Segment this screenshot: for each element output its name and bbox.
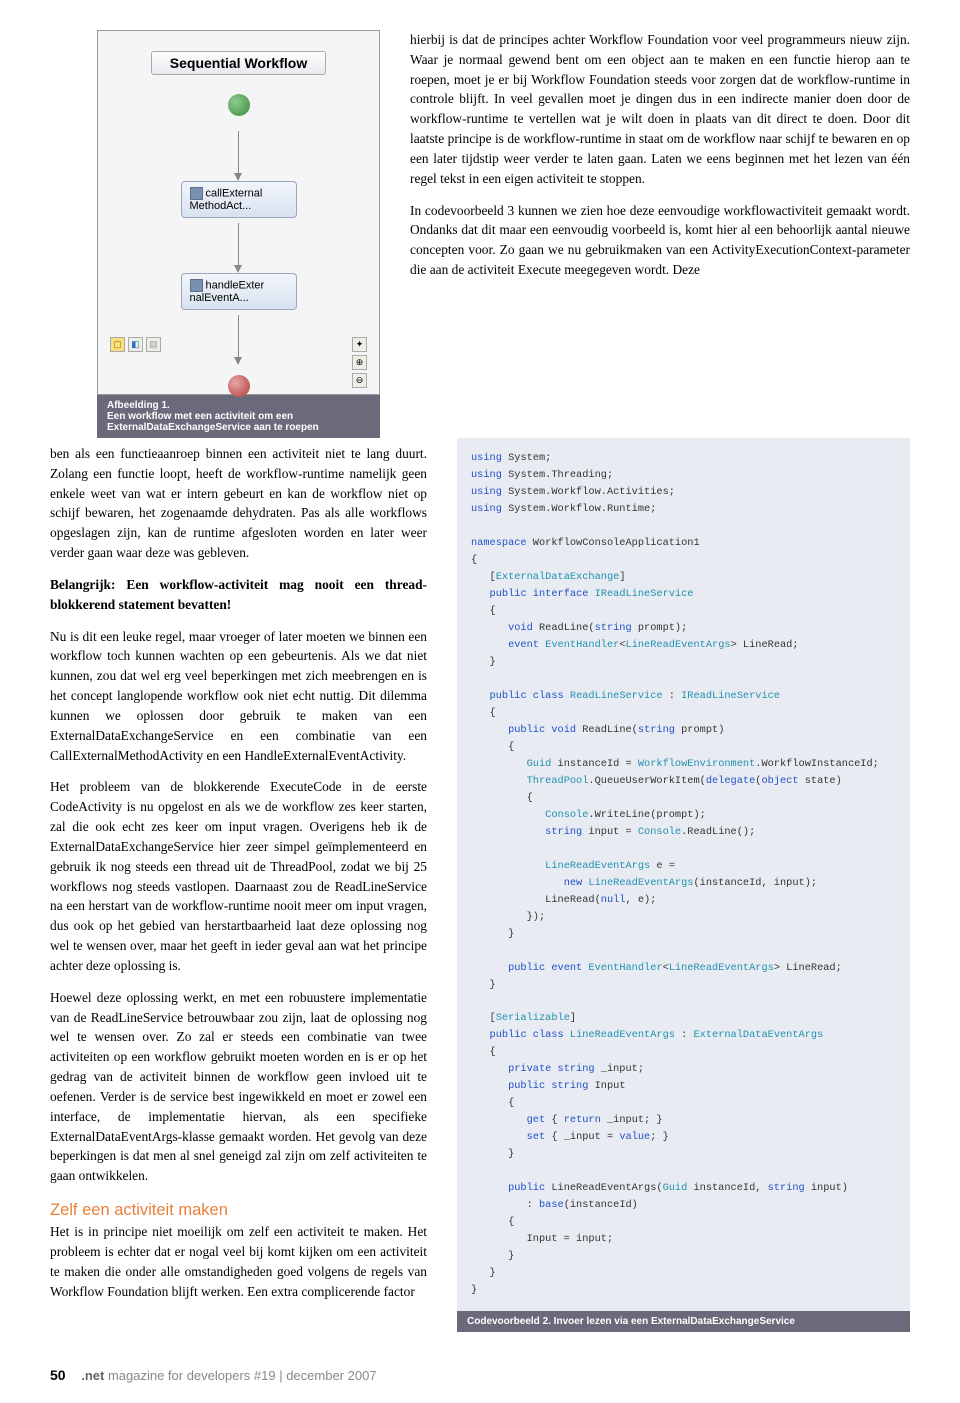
arrow-icon [238,223,239,268]
tool-icon[interactable]: ▢ [110,337,125,352]
page-footer: 50 .net magazine for developers #19 | de… [50,1332,910,1383]
emphasis-paragraph: Belangrijk: Een workflow-activiteit mag … [50,575,427,615]
paragraph: Het is in principe niet moeilijk om zelf… [50,1222,427,1301]
top-row: Sequential Workflow callExternal MethodA… [50,30,910,438]
diagram-title: Sequential Workflow [151,51,326,75]
tool-icon[interactable]: ⊖ [352,373,367,388]
activity-callexternal: callExternal MethodAct... [181,181,297,218]
footer-text: magazine for developers #19 | december 2… [104,1368,376,1383]
two-column-row: ben als een functieaanroep binnen een ac… [50,438,910,1332]
tool-icons-right: ✦ ⊕ ⊖ [352,337,367,388]
activity-icon [190,187,203,200]
tool-icon[interactable]: ◧ [128,337,143,352]
paragraph: Hoewel deze oplossing werkt, en met een … [50,988,427,1186]
diagram-toolbar: ▢ ◧ ▤ ✦ ⊕ ⊖ [110,337,367,388]
activity-handleexter: handleExter nalEventA... [181,273,297,310]
tool-icon[interactable]: ✦ [352,337,367,352]
tool-icon[interactable]: ▤ [146,337,161,352]
paragraph: In codevoorbeeld 3 kunnen we zien hoe de… [410,201,910,280]
left-text-col: ben als een functieaanroep binnen een ac… [50,438,427,1332]
right-text-col: hierbij is dat de principes achter Workf… [410,30,910,438]
activity-icon [190,279,203,292]
paragraph: hierbij is dat de principes achter Workf… [410,30,910,189]
diagram-column: Sequential Workflow callExternal MethodA… [50,30,380,438]
paragraph: Nu is dit een leuke regel, maar vroeger … [50,627,427,766]
code-listing: using System; using System.Threading; us… [457,438,910,1311]
page: Sequential Workflow callExternal MethodA… [0,0,960,1403]
code-caption: Codevoorbeeld 2. Invoer lezen via een Ex… [457,1311,910,1332]
arrow-icon [238,131,239,176]
workflow-diagram: Sequential Workflow callExternal MethodA… [97,30,380,395]
paragraph: Het probleem van de blokkerende ExecuteC… [50,777,427,975]
page-number: 50 [50,1367,66,1383]
section-heading: Zelf een activiteit maken [50,1198,427,1222]
footer-brand: .net [81,1368,104,1383]
tool-icon[interactable]: ⊕ [352,355,367,370]
code-column: using System; using System.Threading; us… [457,438,910,1332]
paragraph: ben als een functieaanroep binnen een ac… [50,444,427,563]
start-icon [228,94,250,116]
tool-icons-left: ▢ ◧ ▤ [110,337,161,388]
